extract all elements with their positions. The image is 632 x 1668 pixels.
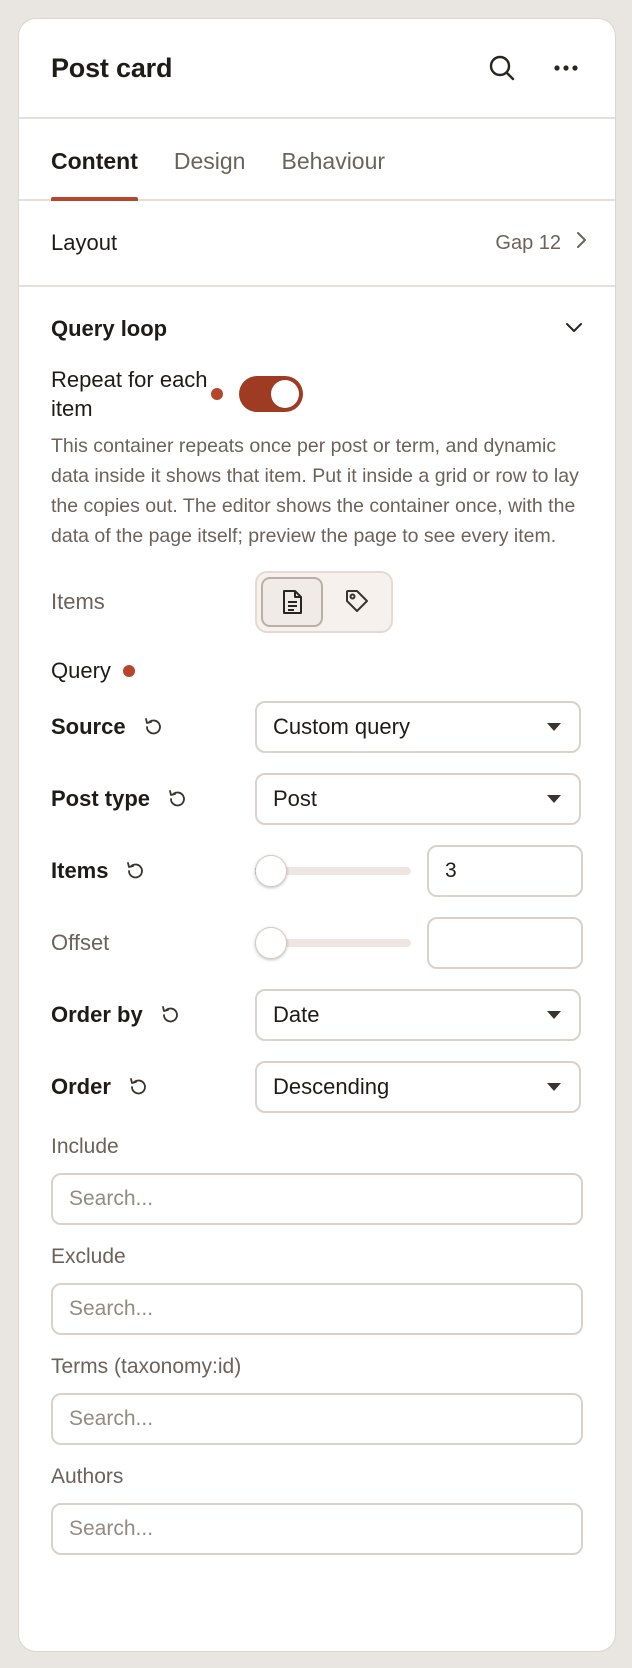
caret-down-icon (547, 1083, 561, 1091)
include-search-input[interactable] (51, 1173, 583, 1225)
slider-thumb[interactable] (255, 855, 287, 887)
repeat-description: This container repeats once per post or … (51, 435, 579, 547)
order-by-value: Date (273, 1002, 320, 1027)
layout-label: Layout (51, 230, 118, 255)
items-count-row: Items 3 (51, 845, 583, 897)
post-type-row: Post type Post (51, 773, 583, 825)
post-type-label-wrap: Post type (51, 786, 255, 812)
source-row: Source Custom query (51, 701, 583, 753)
items-count-label: Items (51, 858, 109, 883)
include-label: Include (51, 1135, 119, 1158)
query-loop-title: Query loop (51, 316, 168, 341)
items-count-label-wrap: Items (51, 858, 255, 884)
query-loop-section: Query loop Repeat for each item This con… (19, 287, 615, 1555)
panel-title: Post card (51, 52, 173, 83)
order-value: Descending (273, 1074, 390, 1099)
panel-header: Post card (19, 19, 615, 119)
items-count-slider[interactable] (255, 855, 411, 887)
post-type-value: Post (273, 786, 318, 811)
source-label: Source (51, 714, 126, 739)
reset-icon[interactable] (166, 788, 188, 810)
source-label-wrap: Source (51, 714, 255, 740)
post-type-select[interactable]: Post (255, 773, 581, 825)
reset-icon[interactable] (124, 860, 146, 882)
layout-row[interactable]: Layout Gap 12 (19, 201, 615, 287)
order-by-label: Order by (51, 1002, 143, 1027)
terms-label: Terms (taxonomy:id) (51, 1355, 242, 1378)
order-row: Order Descending (51, 1061, 583, 1113)
items-type-label: Items (51, 589, 105, 614)
reset-icon[interactable] (127, 1076, 149, 1098)
chevron-right-icon (575, 231, 587, 255)
post-type-label: Post type (51, 786, 151, 811)
post-document-icon[interactable] (261, 577, 323, 627)
chevron-down-icon[interactable] (565, 320, 583, 338)
items-type-row: Items (51, 571, 583, 633)
order-by-label-wrap: Order by (51, 1002, 255, 1028)
exclude-label: Exclude (51, 1245, 126, 1268)
tab-design[interactable]: Design (174, 148, 246, 199)
order-select[interactable]: Descending (255, 1061, 581, 1113)
offset-slider[interactable] (255, 927, 411, 959)
authors-label: Authors (51, 1465, 124, 1488)
tab-behaviour[interactable]: Behaviour (281, 148, 385, 199)
post-card-panel: Post card Content Design Behaviour Layou… (18, 18, 616, 1652)
search-icon[interactable] (485, 51, 519, 85)
offset-input[interactable] (427, 917, 583, 969)
source-value: Custom query (273, 714, 410, 739)
toggle-knob (271, 380, 299, 408)
offset-label: Offset (51, 930, 110, 955)
query-heading: Query (51, 658, 111, 683)
header-actions (485, 51, 583, 85)
repeat-toggle[interactable] (239, 376, 303, 412)
offset-row: Offset (51, 917, 583, 969)
authors-search-input[interactable] (51, 1503, 583, 1555)
slider-thumb[interactable] (255, 927, 287, 959)
repeat-label: Repeat for each item (51, 367, 208, 421)
tab-bar: Content Design Behaviour (19, 119, 615, 201)
order-label-wrap: Order (51, 1074, 255, 1100)
caret-down-icon (547, 723, 561, 731)
reset-icon[interactable] (159, 1004, 181, 1026)
source-select[interactable]: Custom query (255, 701, 581, 753)
order-by-row: Order by Date (51, 989, 583, 1041)
items-count-input[interactable]: 3 (427, 845, 583, 897)
tab-content[interactable]: Content (51, 148, 138, 201)
exclude-search-input[interactable] (51, 1283, 583, 1335)
order-label: Order (51, 1074, 111, 1099)
terms-search-input[interactable] (51, 1393, 583, 1445)
reset-icon[interactable] (142, 716, 164, 738)
order-by-select[interactable]: Date (255, 989, 581, 1041)
repeat-row: Repeat for each item (51, 365, 583, 423)
query-loop-header[interactable]: Query loop (51, 287, 583, 371)
query-modified-dot (122, 665, 135, 677)
more-horizontal-icon[interactable] (549, 51, 583, 85)
caret-down-icon (547, 795, 561, 803)
layout-gap-value: Gap 12 (495, 231, 561, 254)
modified-dot (211, 388, 223, 400)
items-type-segmented (255, 571, 393, 633)
query-heading-row: Query (51, 655, 583, 687)
caret-down-icon (547, 1011, 561, 1019)
term-tag-icon[interactable] (327, 577, 387, 625)
layout-summary: Gap 12 (495, 231, 587, 255)
